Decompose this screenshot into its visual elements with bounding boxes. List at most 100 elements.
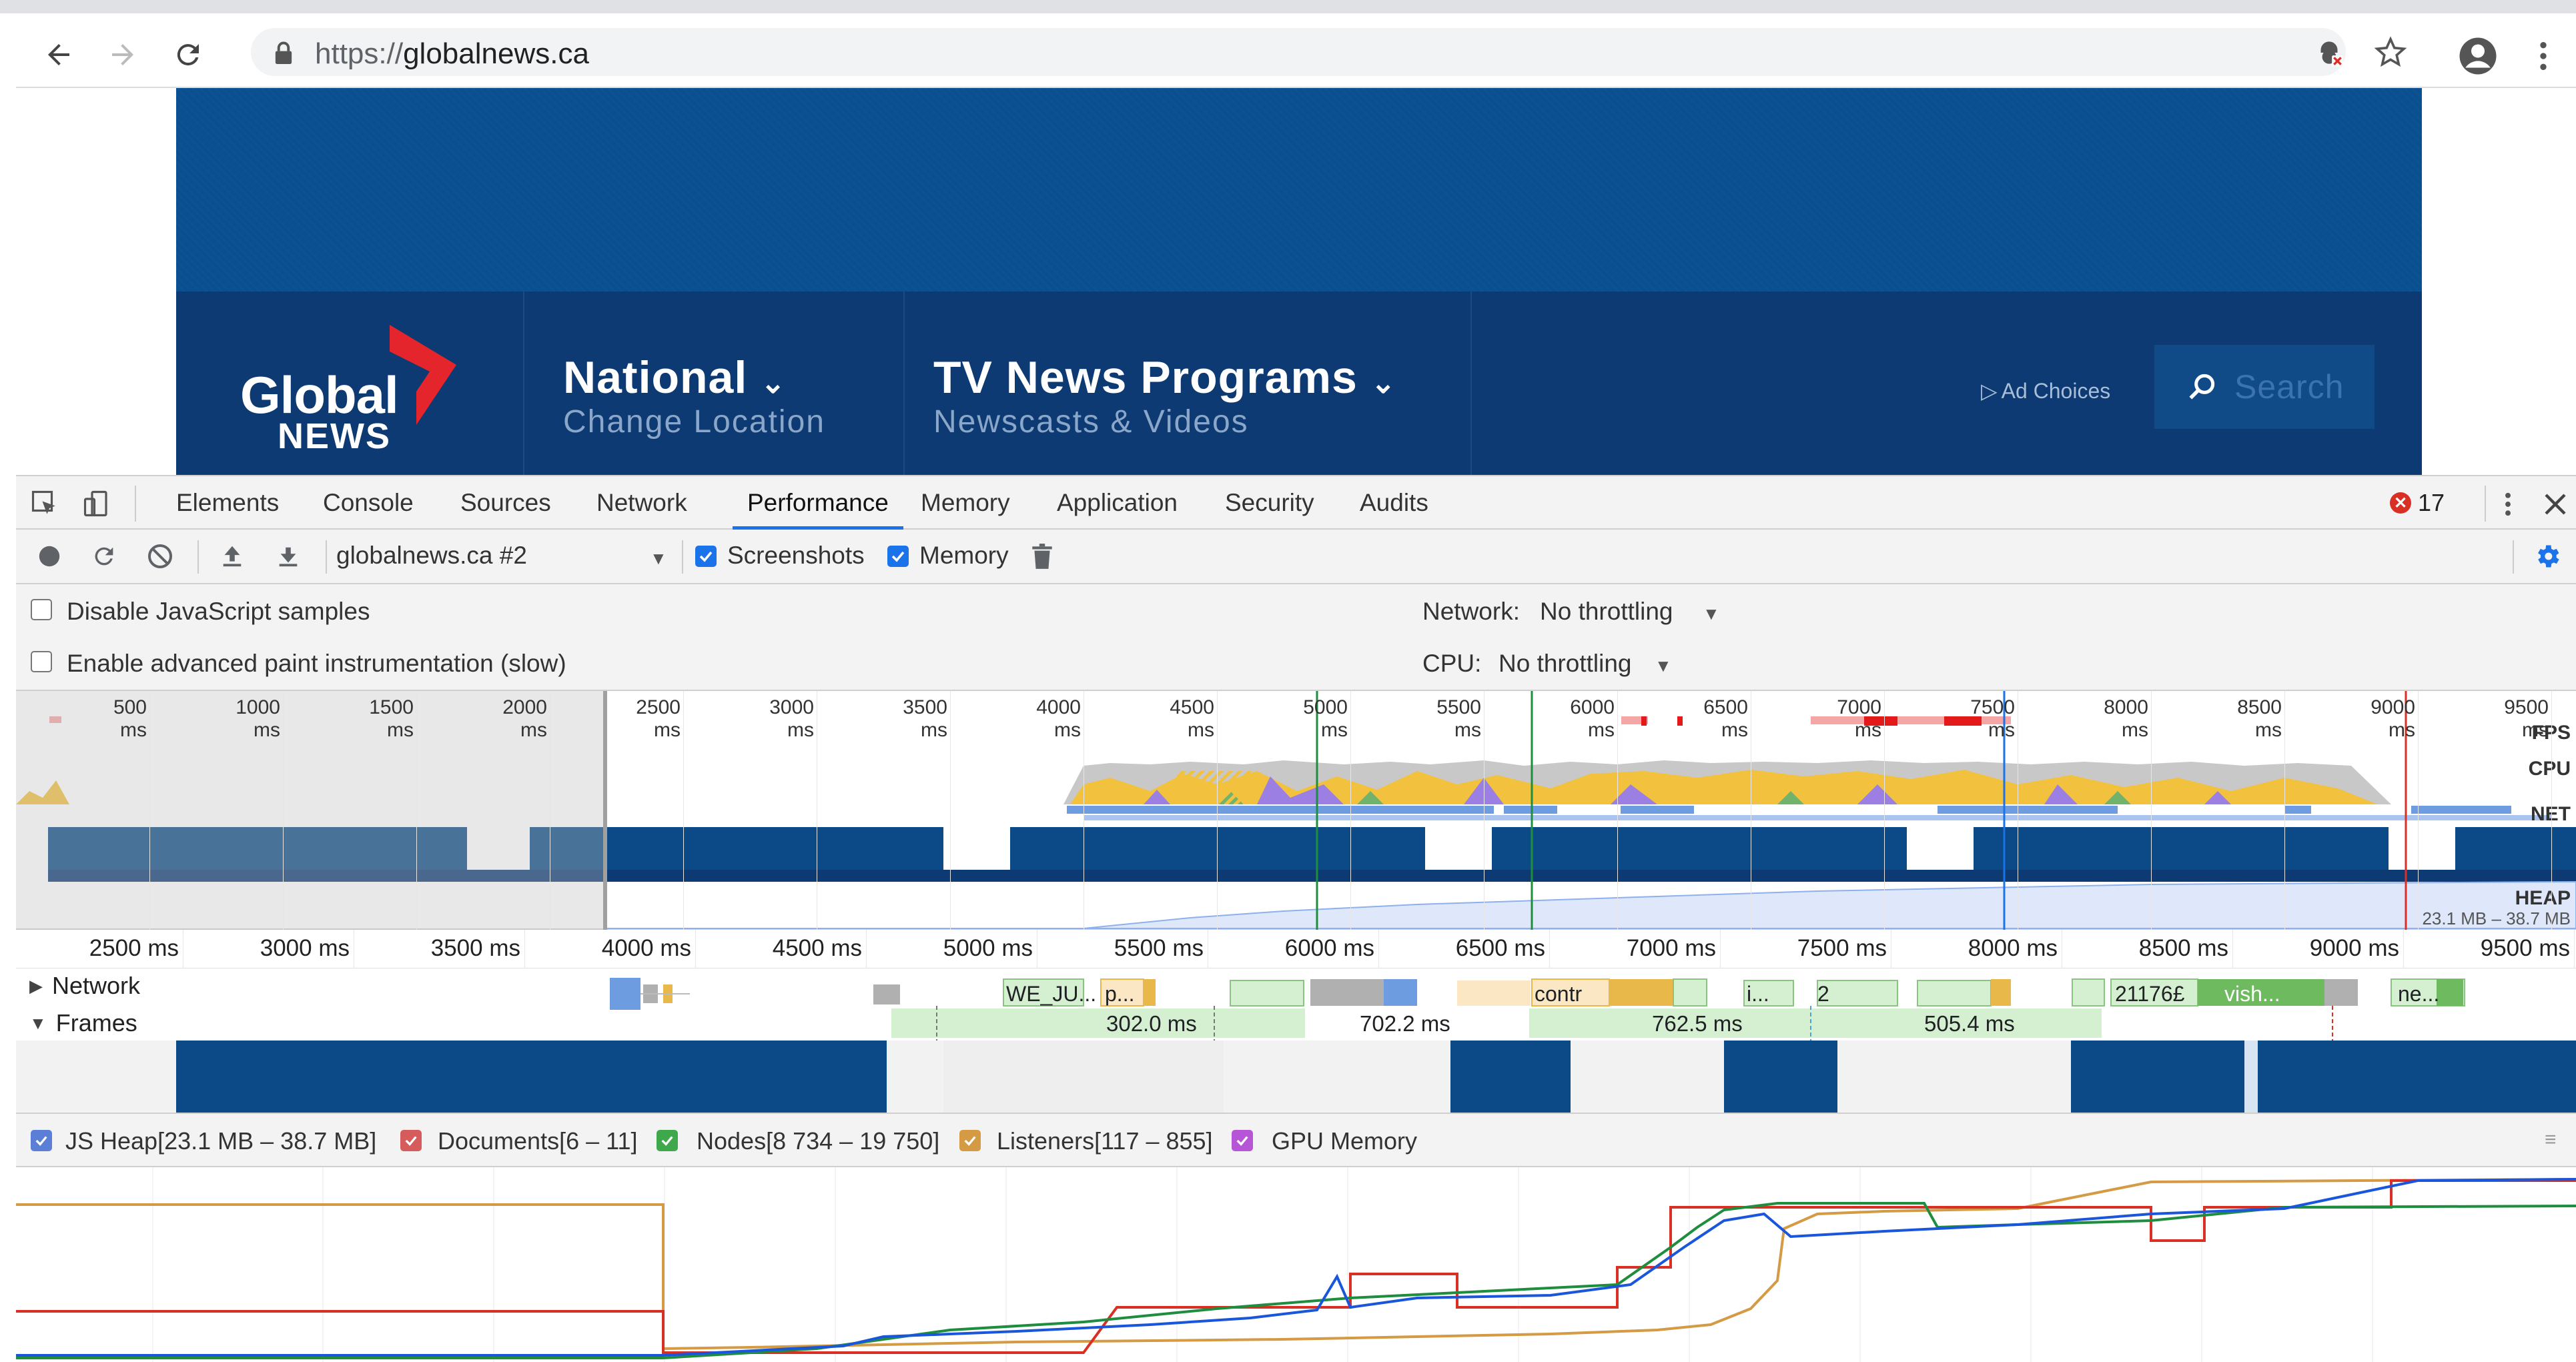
tab-security[interactable]: Security xyxy=(1225,476,1314,530)
disable-js-samples-checkbox[interactable] xyxy=(31,599,52,620)
network-throttle-select[interactable]: No throttling ▼ xyxy=(1540,598,1720,626)
toolbar-divider xyxy=(197,540,199,574)
counter-listeners-label: Listeners[117 – 855] xyxy=(997,1127,1213,1155)
nav-national[interactable]: National ⌄ Change Location xyxy=(563,352,825,440)
trash-icon xyxy=(1032,544,1052,569)
frame-duration[interactable]: 762.5 ms xyxy=(1652,1011,1743,1037)
back-button[interactable] xyxy=(37,33,80,76)
network-throttle-value: No throttling xyxy=(1540,598,1673,625)
overview-tick-label: 8000 ms xyxy=(2104,696,2148,741)
reload-profile-button[interactable] xyxy=(88,540,120,572)
tab-sources[interactable]: Sources xyxy=(460,476,551,530)
nav-tv-title: TV News Programs ⌄ xyxy=(933,352,1396,403)
inspect-element-icon[interactable] xyxy=(31,490,59,518)
frame-duration[interactable]: 702.2 ms xyxy=(1360,1011,1450,1037)
cpu-throttle-value: No throttling xyxy=(1498,650,1632,677)
clear-button[interactable] xyxy=(144,540,176,572)
reload-button[interactable] xyxy=(167,33,209,76)
overview-selection-handle[interactable] xyxy=(603,691,607,930)
frame-duration[interactable]: 505.4 ms xyxy=(1924,1011,2015,1037)
cpu-throttle-select[interactable]: No throttling ▼ xyxy=(1498,650,1672,678)
counter-documents-checkbox[interactable] xyxy=(400,1130,422,1151)
forward-button[interactable] xyxy=(101,33,144,76)
nav-national-title: National ⌄ xyxy=(563,352,787,403)
counter-nodes-checkbox[interactable] xyxy=(657,1130,678,1151)
search-label: Search xyxy=(2234,368,2344,406)
overview-gridline xyxy=(950,691,951,930)
timeline-ruler: 2500 ms 3000 ms 3500 ms 4000 ms 4500 ms 5000 … xyxy=(16,930,2576,1183)
overview-tick-label: 2000 ms xyxy=(502,696,547,741)
upload-icon xyxy=(223,546,242,567)
checkbox-checked-icon xyxy=(1232,1130,1253,1151)
overview-gridline xyxy=(1884,691,1885,930)
logo-arrow-icon xyxy=(390,325,456,425)
webpage: Global NEWS National ⌄ Change Location T… xyxy=(16,88,2576,475)
browser-toolbar: https://globalnews.ca xyxy=(16,13,2576,88)
network-request[interactable]: WE_JU... xyxy=(1006,982,1096,1006)
chevron-down-icon: ⌄ xyxy=(761,367,787,400)
close-devtools-icon[interactable] xyxy=(2542,491,2569,518)
tab-network[interactable]: Network xyxy=(596,476,687,530)
network-request[interactable]: i... xyxy=(1747,982,1769,1006)
error-counter[interactable]: ✕ 17 xyxy=(2390,489,2445,516)
overview-tick-label: 4000 ms xyxy=(1036,696,1081,741)
ad-choices-label: Ad Choices xyxy=(2001,379,2111,403)
tab-performance[interactable]: Performance xyxy=(733,476,903,530)
network-request[interactable]: vish... xyxy=(2224,982,2280,1006)
cpu-throttle-label: CPU: xyxy=(1422,650,1482,677)
memory-label: Memory xyxy=(919,542,1009,569)
back-icon xyxy=(48,44,69,65)
recording-select[interactable]: globalnews.ca #2 ▼ xyxy=(336,536,670,578)
ad-banner xyxy=(176,88,2422,291)
record-button[interactable] xyxy=(33,540,65,572)
overview-gridline xyxy=(149,691,150,930)
network-request[interactable]: ne... xyxy=(2398,982,2439,1006)
nav-national-subtitle: Change Location xyxy=(563,404,825,440)
counter-jsheap-label: JS Heap[23.1 MB – 38.7 MB] xyxy=(65,1127,377,1155)
blocked-content-icon[interactable] xyxy=(2312,36,2346,69)
nav-divider xyxy=(903,291,905,475)
counter-jsheap-checkbox[interactable] xyxy=(31,1130,52,1151)
tab-memory[interactable]: Memory xyxy=(921,476,1010,530)
star-icon[interactable] xyxy=(2373,35,2409,71)
frame-duration[interactable]: 302.0 ms xyxy=(1106,1011,1197,1037)
tab-console[interactable]: Console xyxy=(323,476,414,530)
network-request[interactable]: p... xyxy=(1105,982,1134,1006)
address-bar[interactable]: https://globalnews.ca xyxy=(251,28,2407,76)
nav-divider xyxy=(523,291,524,475)
ruler-tick-label: 5000 ms xyxy=(943,935,1033,961)
ad-choices-link[interactable]: ▷ Ad Choices xyxy=(1981,378,2110,404)
profile-icon[interactable] xyxy=(2458,36,2498,76)
ruler-tick-label: 9500 ms xyxy=(2480,935,2570,961)
advanced-paint-checkbox[interactable] xyxy=(31,651,52,672)
device-toolbar-icon[interactable] xyxy=(83,490,111,518)
capture-settings-button[interactable] xyxy=(2531,540,2563,572)
counter-gpu-checkbox[interactable] xyxy=(1232,1130,1253,1151)
error-count: 17 xyxy=(2418,489,2445,516)
network-request[interactable]: 2 xyxy=(1817,982,1829,1006)
search-button[interactable]: Search xyxy=(2154,345,2375,429)
screenshots-checkbox[interactable] xyxy=(695,546,717,568)
collect-garbage-button[interactable] xyxy=(1026,540,1058,572)
ruler-tick-label: 4000 ms xyxy=(601,935,691,961)
network-request[interactable]: contr xyxy=(1535,982,1582,1006)
network-request[interactable]: 21176£ xyxy=(2115,982,2184,1006)
nav-tv-programs[interactable]: TV News Programs ⌄ Newscasts & Videos xyxy=(933,352,1396,440)
load-profile-button[interactable] xyxy=(216,540,248,572)
tab-application[interactable]: Application xyxy=(1057,476,1178,530)
menu-icon[interactable] xyxy=(2523,36,2563,76)
overview-gridline xyxy=(1350,691,1351,930)
resize-handle-icon[interactable]: ≡ xyxy=(2545,1129,2557,1151)
memory-checkbox[interactable] xyxy=(887,546,909,568)
tab-elements[interactable]: Elements xyxy=(176,476,279,530)
tab-audits[interactable]: Audits xyxy=(1360,476,1428,530)
nav-divider xyxy=(1470,291,1472,475)
save-profile-button[interactable] xyxy=(272,540,304,572)
timeline-overview[interactable]: FPS CPU NET HEAP 23.1 MB – 38.7 MB 500 m… xyxy=(16,691,2576,930)
ruler-tick-label: 8500 ms xyxy=(2138,935,2228,961)
site-header: Global NEWS National ⌄ Change Location T… xyxy=(176,291,2422,475)
overview-gridline xyxy=(683,691,684,930)
global-news-logo[interactable]: Global NEWS xyxy=(176,291,523,475)
counter-listeners-checkbox[interactable] xyxy=(959,1130,981,1151)
devtools-menu-icon[interactable] xyxy=(2498,490,2518,519)
